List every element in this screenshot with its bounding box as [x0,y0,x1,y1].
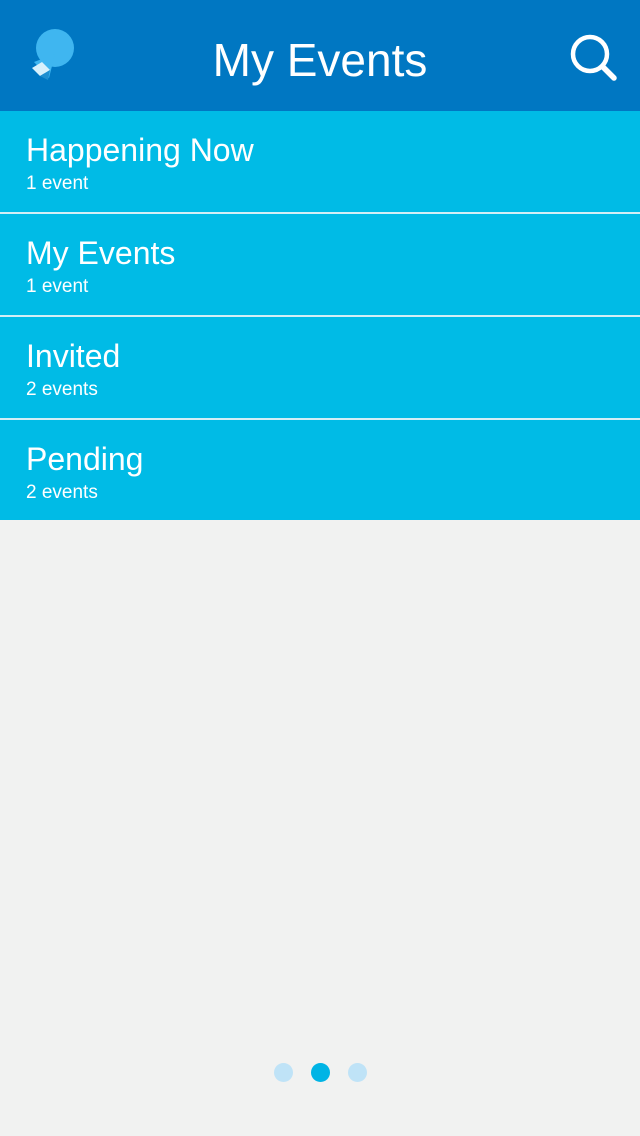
list-item-title: My Events [26,235,176,271]
page-dot-2-active[interactable] [310,1063,330,1082]
list-item-count: 2 events [26,379,98,400]
page-dot-1[interactable] [273,1063,293,1082]
search-button[interactable] [566,30,622,82]
page-indicator [0,1063,640,1083]
list-item-title: Happening Now [26,132,254,168]
list-item-title: Pending [26,441,144,477]
list-item-invited[interactable]: Invited 2 events [0,317,640,420]
top-bar: My Events [0,0,640,111]
page-title: My Events [212,34,428,86]
page-dot-3[interactable] [347,1063,367,1082]
event-category-list: Happening Now 1 event My Events 1 event … [0,111,640,520]
list-item-pending[interactable]: Pending 2 events [0,420,640,520]
list-item-title: Invited [26,338,121,374]
list-item-happening-now[interactable]: Happening Now 1 event [0,111,640,214]
list-item-count: 1 event [26,276,89,297]
search-icon [570,34,617,81]
list-item-count: 1 event [26,173,89,194]
list-item-my-events[interactable]: My Events 1 event [0,214,640,317]
list-item-count: 2 events [26,482,98,503]
